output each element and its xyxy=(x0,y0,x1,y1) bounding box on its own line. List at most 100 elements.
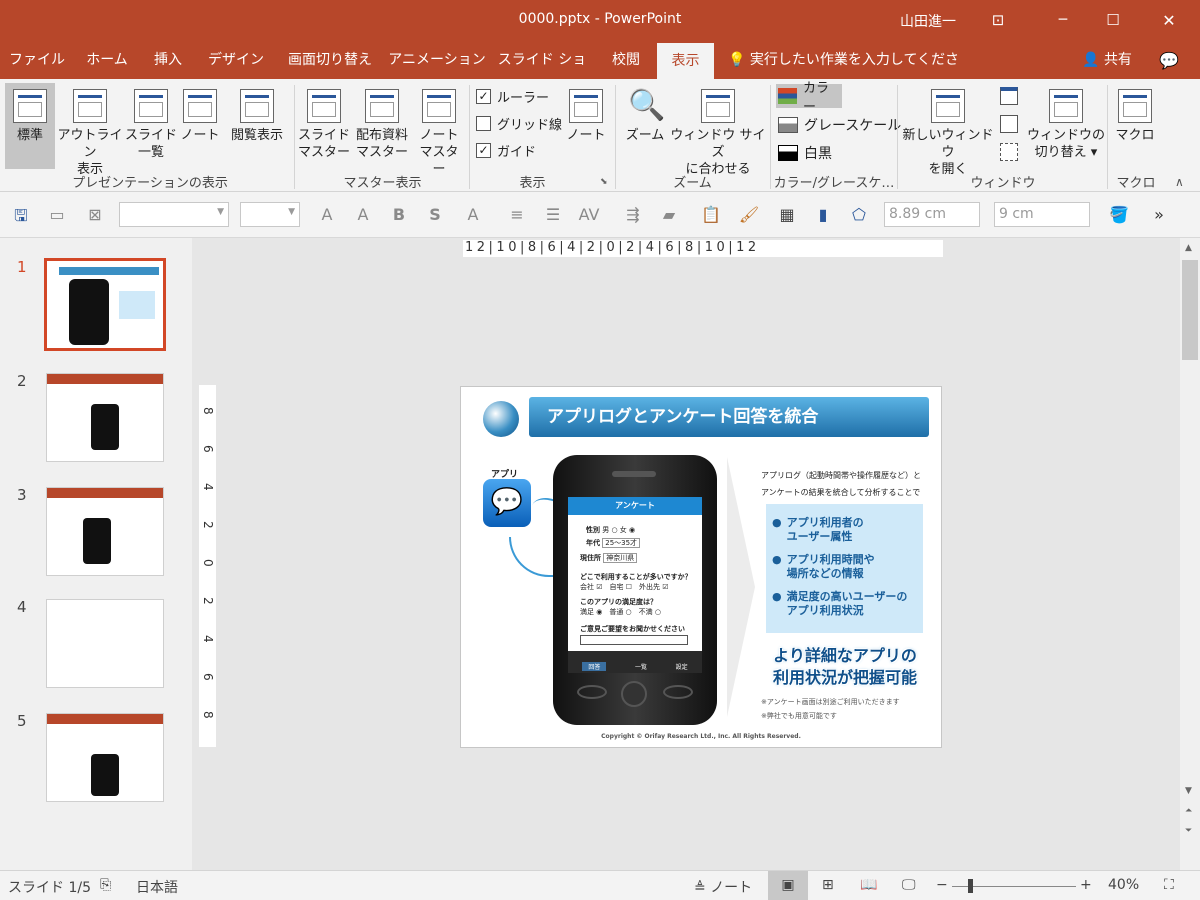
slide-title[interactable]: アプリログとアンケート回答を統合 xyxy=(529,397,929,437)
reading-view-button[interactable]: 閲覧表示 xyxy=(224,89,290,144)
zoom-in-icon[interactable]: + xyxy=(1080,877,1092,893)
cascade-icon[interactable] xyxy=(1000,115,1018,133)
gridlines-checkbox[interactable]: グリッド線 xyxy=(476,114,562,133)
previous-slide-icon[interactable]: ⏶ xyxy=(1185,806,1192,816)
slide-thumbnail[interactable] xyxy=(44,258,166,351)
address-field[interactable]: 神奈川県 xyxy=(603,553,638,563)
share-button[interactable]: 👤 共有 xyxy=(1074,42,1140,79)
headline-text[interactable]: より詳細なアプリの 利用状況が把握可能 xyxy=(757,645,933,689)
shapes-icon[interactable]: ⬠ xyxy=(848,205,870,224)
zoom-slider-thumb[interactable] xyxy=(968,879,973,893)
dialog-launcher-icon[interactable]: ⬊ xyxy=(600,177,608,187)
tell-me-box[interactable]: 💡 実行したい作業を入力してください xyxy=(728,42,968,105)
bold-icon[interactable]: B xyxy=(388,205,410,224)
shape-fill-icon[interactable]: ▰ xyxy=(658,205,680,224)
scroll-up-icon[interactable]: ▲ xyxy=(1185,243,1192,253)
spell-check-icon[interactable]: ⎘ xyxy=(100,877,111,893)
bullets-icon[interactable]: ☰ xyxy=(542,205,564,224)
center-align-icon[interactable]: ≡ xyxy=(506,205,528,224)
age-field[interactable]: 25～35才 xyxy=(602,538,641,548)
question-location-options[interactable]: 会社 ☑ 自宅 ☐ 外出先 ☑ xyxy=(580,582,669,592)
chart-icon[interactable]: ▮ xyxy=(812,205,834,224)
user-name[interactable]: 山田進一 xyxy=(900,11,956,31)
tab-transitions[interactable]: 画面切り替え xyxy=(280,42,380,79)
text-direction-icon[interactable]: ⇶ xyxy=(622,205,644,224)
paint-bucket-icon[interactable]: 🪣 xyxy=(1108,205,1130,224)
normal-view-status-icon[interactable]: ▣ xyxy=(768,871,808,900)
nav-settings[interactable]: 設定 xyxy=(676,662,688,671)
slide-thumbnail[interactable] xyxy=(46,373,164,462)
fit-to-window-button[interactable]: ウィンドウ サイズ に合わせる xyxy=(670,89,766,178)
nav-list[interactable]: 一覧 xyxy=(635,662,647,671)
shadow-icon[interactable]: S xyxy=(424,205,446,224)
guides-checkbox[interactable]: ✓ ガイド xyxy=(476,141,536,160)
zoom-button[interactable]: 🔍 ズーム xyxy=(620,89,670,144)
language-indicator[interactable]: 日本語 xyxy=(136,877,178,897)
minimize-button[interactable]: ─ xyxy=(1040,0,1086,40)
decrease-font-icon[interactable]: A xyxy=(352,205,374,224)
normal-view-button[interactable]: 標準 xyxy=(5,83,55,169)
ruler-checkbox[interactable]: ✓ ルーラー xyxy=(476,87,549,106)
benefits-box[interactable]: ● アプリ利用者の ユーザー属性 ● アプリ利用時間や 場所などの情報 ● 満足度の高… xyxy=(766,504,923,633)
font-color-icon[interactable]: A xyxy=(462,205,484,224)
scroll-down-icon[interactable]: ▼ xyxy=(1185,786,1192,796)
tab-animations[interactable]: アニメーション xyxy=(388,42,486,79)
slide-sorter-status-icon[interactable]: ⊞ xyxy=(822,877,834,893)
tab-review[interactable]: 校閲 xyxy=(600,42,652,79)
reading-view-status-icon[interactable]: 📖 xyxy=(860,877,877,893)
paste-icon[interactable]: 📋 xyxy=(700,205,722,224)
notes-page-button[interactable]: ノート xyxy=(178,89,222,144)
delete-icon[interactable]: ⊠ xyxy=(84,205,106,224)
fit-slide-icon[interactable]: ⛶ xyxy=(1164,877,1174,893)
shape-width-field[interactable]: 9 cm xyxy=(994,202,1090,227)
comments-icon[interactable]: 💬 xyxy=(1154,42,1184,79)
notes-status-button[interactable]: ≜ ノート xyxy=(694,877,752,897)
tab-design[interactable]: デザイン xyxy=(200,42,272,79)
slide-sorter-button[interactable]: スライド 一覧 xyxy=(125,89,177,161)
tab-slideshow[interactable]: スライド ショー xyxy=(494,42,590,105)
save-icon[interactable]: 🖫 xyxy=(10,205,32,232)
tab-insert[interactable]: 挿入 xyxy=(144,42,192,79)
macros-button[interactable]: マクロ xyxy=(1112,89,1158,144)
zoom-out-icon[interactable]: − xyxy=(936,877,948,893)
next-slide-icon[interactable]: ⏷ xyxy=(1185,826,1192,836)
description-text[interactable]: アプリログ（起動時間帯や操作履歴など）と アンケートの結果を統合して分析すること… xyxy=(761,467,937,501)
increase-font-icon[interactable]: A xyxy=(316,205,338,224)
color-button[interactable]: カラー xyxy=(776,81,842,115)
tab-file[interactable]: ファイル xyxy=(6,42,68,79)
ribbon-display-options-icon[interactable]: ⊡ xyxy=(975,0,1021,40)
vertical-scrollbar[interactable]: ▲ ▼ ⏶ ⏷ xyxy=(1180,238,1200,870)
slideshow-status-icon[interactable]: 🖵 xyxy=(902,877,916,893)
outline-view-button[interactable]: アウトライン 表示 xyxy=(56,89,124,178)
tab-home[interactable]: ホーム xyxy=(78,42,136,79)
slide-master-button[interactable]: スライド マスター xyxy=(298,89,350,161)
arrange-all-icon[interactable] xyxy=(1000,87,1018,105)
notes-toggle-button[interactable]: ノート xyxy=(562,89,610,144)
shape-height-field[interactable]: 8.89 cm xyxy=(884,202,980,227)
handout-master-button[interactable]: 配布資料 マスター xyxy=(350,89,414,161)
collapse-ribbon-icon[interactable]: ∧ xyxy=(1175,175,1184,189)
font-size-dropdown[interactable]: ▼ xyxy=(240,202,300,227)
layout-icon[interactable]: ▭ xyxy=(46,205,68,224)
slide-thumbnail[interactable] xyxy=(46,487,164,576)
nav-answer[interactable]: 回答 xyxy=(582,662,607,671)
slide-thumbnail[interactable] xyxy=(46,599,164,688)
table-icon[interactable]: ▦ xyxy=(776,205,798,224)
notes-master-button[interactable]: ノート マスター xyxy=(414,89,464,178)
grayscale-button[interactable]: グレースケール xyxy=(778,115,901,135)
maximize-button[interactable]: ☐ xyxy=(1090,0,1136,40)
switch-windows-button[interactable]: ウィンドウの 切り替え ▾ xyxy=(1024,89,1108,161)
format-painter-icon[interactable]: 🖌 xyxy=(738,205,760,224)
scroll-thumb[interactable] xyxy=(1182,260,1198,360)
feedback-textbox[interactable] xyxy=(580,635,688,645)
move-split-icon[interactable] xyxy=(1000,143,1018,161)
char-spacing-icon[interactable]: AV xyxy=(578,205,600,224)
more-options-icon[interactable]: » xyxy=(1148,205,1170,224)
slide-thumbnail[interactable] xyxy=(46,713,164,802)
slide-canvas[interactable]: アプリログとアンケート回答を統合 アプリ 💬 アンケート 性別 男 ○ 女 ◉ … xyxy=(460,386,942,748)
black-white-button[interactable]: 白黒 xyxy=(778,143,832,163)
font-name-dropdown[interactable]: ▼ xyxy=(119,202,229,227)
tab-view[interactable]: 表示 xyxy=(657,43,714,79)
question-satisfaction-options[interactable]: 満足 ◉ 普通 ○ 不満 ○ xyxy=(580,607,661,617)
close-button[interactable]: ✕ xyxy=(1146,0,1192,40)
